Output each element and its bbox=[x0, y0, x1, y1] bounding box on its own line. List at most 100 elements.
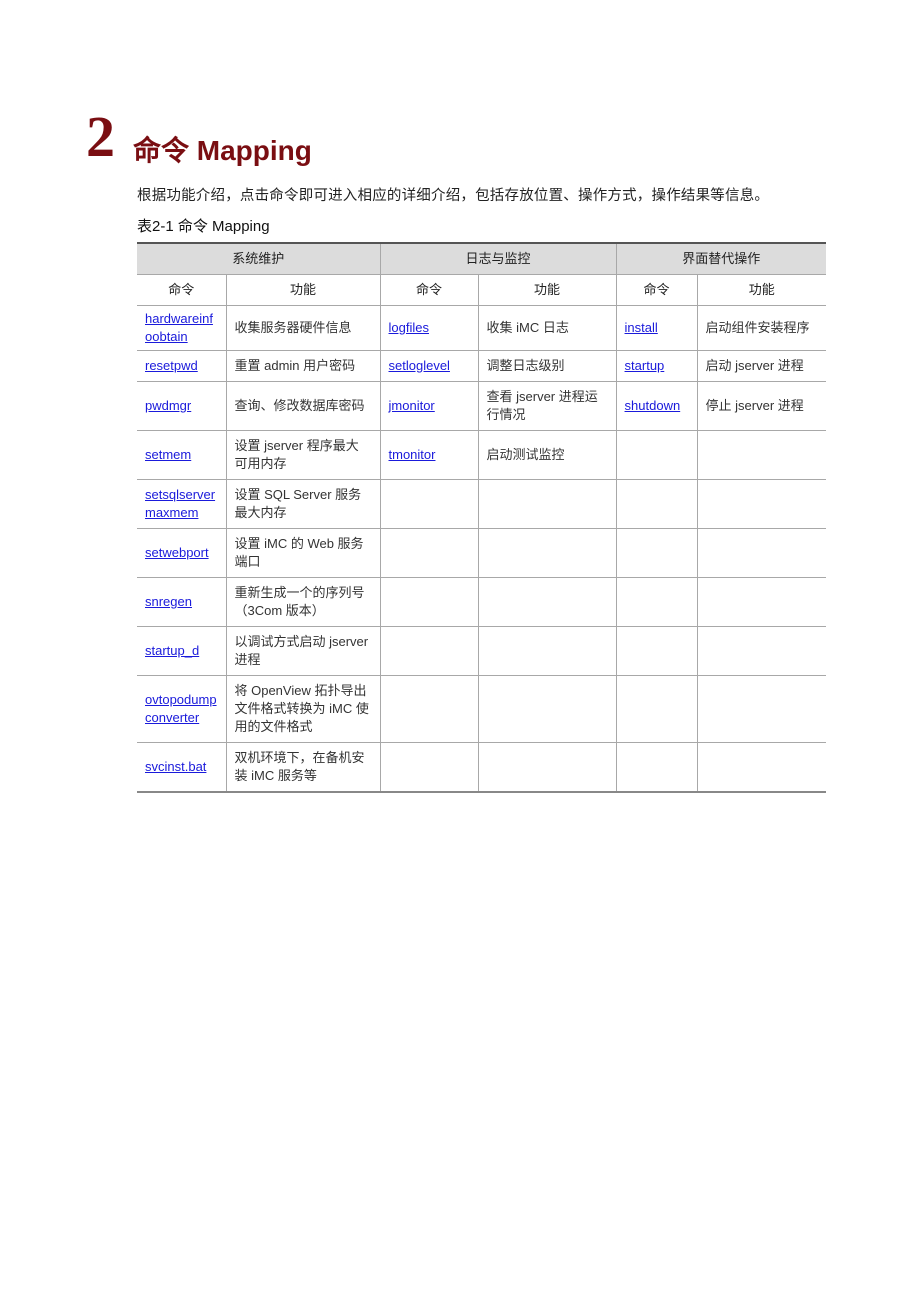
command-cell bbox=[379, 742, 479, 793]
function-description bbox=[477, 479, 617, 529]
command-cell: setwebport bbox=[137, 528, 227, 578]
command-link[interactable]: tmonitor bbox=[389, 447, 436, 462]
table-row: resetpwd 重置 admin 用户密码 setloglevel 调整日志级别 st… bbox=[137, 350, 827, 382]
sub-header-function: 功能 bbox=[477, 274, 617, 306]
sub-header-function: 功能 bbox=[225, 274, 381, 306]
command-cell bbox=[379, 528, 479, 578]
command-cell: ovtopodumpconverter bbox=[137, 675, 227, 743]
function-description bbox=[477, 742, 617, 793]
command-cell bbox=[379, 577, 479, 627]
table-row: ovtopodumpconverter 将 OpenView 拓扑导出文件格式转换… bbox=[137, 675, 827, 743]
command-cell bbox=[615, 479, 698, 529]
command-cell: startup bbox=[615, 350, 698, 382]
function-description: 查看 jserver 进程运行情况 bbox=[477, 381, 617, 431]
group-header-row: 系统维护 日志与监控 界面替代操作 bbox=[137, 242, 827, 275]
command-link[interactable]: setwebport bbox=[145, 545, 209, 560]
group-header-log-monitor: 日志与监控 bbox=[379, 242, 617, 275]
function-description: 启动测试监控 bbox=[477, 430, 617, 480]
function-description: 设置 jserver 程序最大可用内存 bbox=[225, 430, 381, 480]
function-description: 停止 jserver 进程 bbox=[696, 381, 827, 431]
command-cell: logfiles bbox=[379, 305, 479, 351]
table-row: setmem 设置 jserver 程序最大可用内存 tmonitor 启动测试监控 bbox=[137, 430, 827, 480]
command-cell: shutdown bbox=[615, 381, 698, 431]
command-link[interactable]: logfiles bbox=[389, 320, 429, 335]
command-cell: startup_d bbox=[137, 626, 227, 676]
command-cell bbox=[615, 528, 698, 578]
function-description bbox=[696, 577, 827, 627]
command-cell: jmonitor bbox=[379, 381, 479, 431]
function-description: 启动组件安装程序 bbox=[696, 305, 827, 351]
chapter-title: 命令 Mapping bbox=[133, 135, 312, 166]
command-cell: snregen bbox=[137, 577, 227, 627]
function-description: 将 OpenView 拓扑导出文件格式转换为 iMC 使用的文件格式 bbox=[225, 675, 381, 743]
function-description: 调整日志级别 bbox=[477, 350, 617, 382]
table-row: snregen 重新生成一个的序列号（3Com 版本） bbox=[137, 577, 827, 627]
function-description: 重置 admin 用户密码 bbox=[225, 350, 381, 382]
function-description bbox=[477, 626, 617, 676]
command-cell: setloglevel bbox=[379, 350, 479, 382]
function-description: 双机环境下，在备机安装 iMC 服务等 bbox=[225, 742, 381, 793]
function-description: 设置 iMC 的 Web 服务端口 bbox=[225, 528, 381, 578]
command-cell bbox=[379, 675, 479, 743]
function-description bbox=[696, 742, 827, 793]
sub-header-function: 功能 bbox=[696, 274, 827, 306]
command-cell: resetpwd bbox=[137, 350, 227, 382]
function-description: 收集服务器硬件信息 bbox=[225, 305, 381, 351]
command-link[interactable]: svcinst.bat bbox=[145, 759, 206, 774]
chapter-number: 2 bbox=[86, 104, 115, 169]
command-cell: install bbox=[615, 305, 698, 351]
command-link[interactable]: hardwareinfoobtain bbox=[145, 311, 213, 344]
command-link[interactable]: install bbox=[625, 320, 658, 335]
command-cell: setmem bbox=[137, 430, 227, 480]
command-link[interactable]: pwdmgr bbox=[145, 398, 191, 413]
command-mapping-table: 系统维护 日志与监控 界面替代操作 命令 功能 命令 功能 命令 功能 hard… bbox=[137, 242, 827, 793]
table-row: setwebport 设置 iMC 的 Web 服务端口 bbox=[137, 528, 827, 578]
intro-paragraph: 根据功能介绍，点击命令即可进入相应的详细介绍，包括存放位置、操作方式，操作结果等… bbox=[137, 188, 770, 204]
sub-header-command: 命令 bbox=[615, 274, 698, 306]
table-row: startup_d 以调试方式启动 jserver 进程 bbox=[137, 626, 827, 676]
function-description: 启动 jserver 进程 bbox=[696, 350, 827, 382]
group-header-ui-alternative: 界面替代操作 bbox=[615, 242, 827, 275]
function-description bbox=[696, 479, 827, 529]
function-description bbox=[477, 675, 617, 743]
function-description: 以调试方式启动 jserver 进程 bbox=[225, 626, 381, 676]
group-header-system-maintenance: 系统维护 bbox=[137, 242, 381, 275]
command-link[interactable]: snregen bbox=[145, 594, 192, 609]
command-cell bbox=[379, 479, 479, 529]
table-row: pwdmgr 查询、修改数据库密码 jmonitor 查看 jserver 进程运行情… bbox=[137, 381, 827, 431]
command-cell bbox=[615, 430, 698, 480]
function-description: 设置 SQL Server 服务最大内存 bbox=[225, 479, 381, 529]
command-cell: svcinst.bat bbox=[137, 742, 227, 793]
command-link[interactable]: ovtopodumpconverter bbox=[145, 692, 217, 725]
sub-header-command: 命令 bbox=[379, 274, 479, 306]
command-link[interactable]: startup bbox=[625, 358, 665, 373]
command-link[interactable]: setmem bbox=[145, 447, 191, 462]
command-cell bbox=[615, 675, 698, 743]
function-description bbox=[696, 626, 827, 676]
sub-header-command: 命令 bbox=[137, 274, 227, 306]
command-cell: setsqlservermaxmem bbox=[137, 479, 227, 529]
command-cell bbox=[615, 742, 698, 793]
command-link[interactable]: resetpwd bbox=[145, 358, 198, 373]
table-row: setsqlservermaxmem 设置 SQL Server 服务最大内存 bbox=[137, 479, 827, 529]
command-cell bbox=[379, 626, 479, 676]
function-description bbox=[696, 528, 827, 578]
command-cell: hardwareinfoobtain bbox=[137, 305, 227, 351]
command-link[interactable]: setsqlservermaxmem bbox=[145, 487, 215, 520]
function-description bbox=[477, 528, 617, 578]
function-description bbox=[696, 430, 827, 480]
command-cell bbox=[615, 626, 698, 676]
command-cell: pwdmgr bbox=[137, 381, 227, 431]
function-description bbox=[696, 675, 827, 743]
table-row: svcinst.bat 双机环境下，在备机安装 iMC 服务等 bbox=[137, 742, 827, 793]
command-link[interactable]: shutdown bbox=[625, 398, 681, 413]
sub-header-row: 命令 功能 命令 功能 命令 功能 bbox=[137, 274, 827, 306]
table-row: hardwareinfoobtain 收集服务器硬件信息 logfiles 收集 iM… bbox=[137, 305, 827, 351]
command-cell bbox=[615, 577, 698, 627]
function-description: 重新生成一个的序列号（3Com 版本） bbox=[225, 577, 381, 627]
command-link[interactable]: startup_d bbox=[145, 643, 199, 658]
command-link[interactable]: setloglevel bbox=[389, 358, 450, 373]
function-description: 查询、修改数据库密码 bbox=[225, 381, 381, 431]
command-link[interactable]: jmonitor bbox=[389, 398, 435, 413]
function-description bbox=[477, 577, 617, 627]
